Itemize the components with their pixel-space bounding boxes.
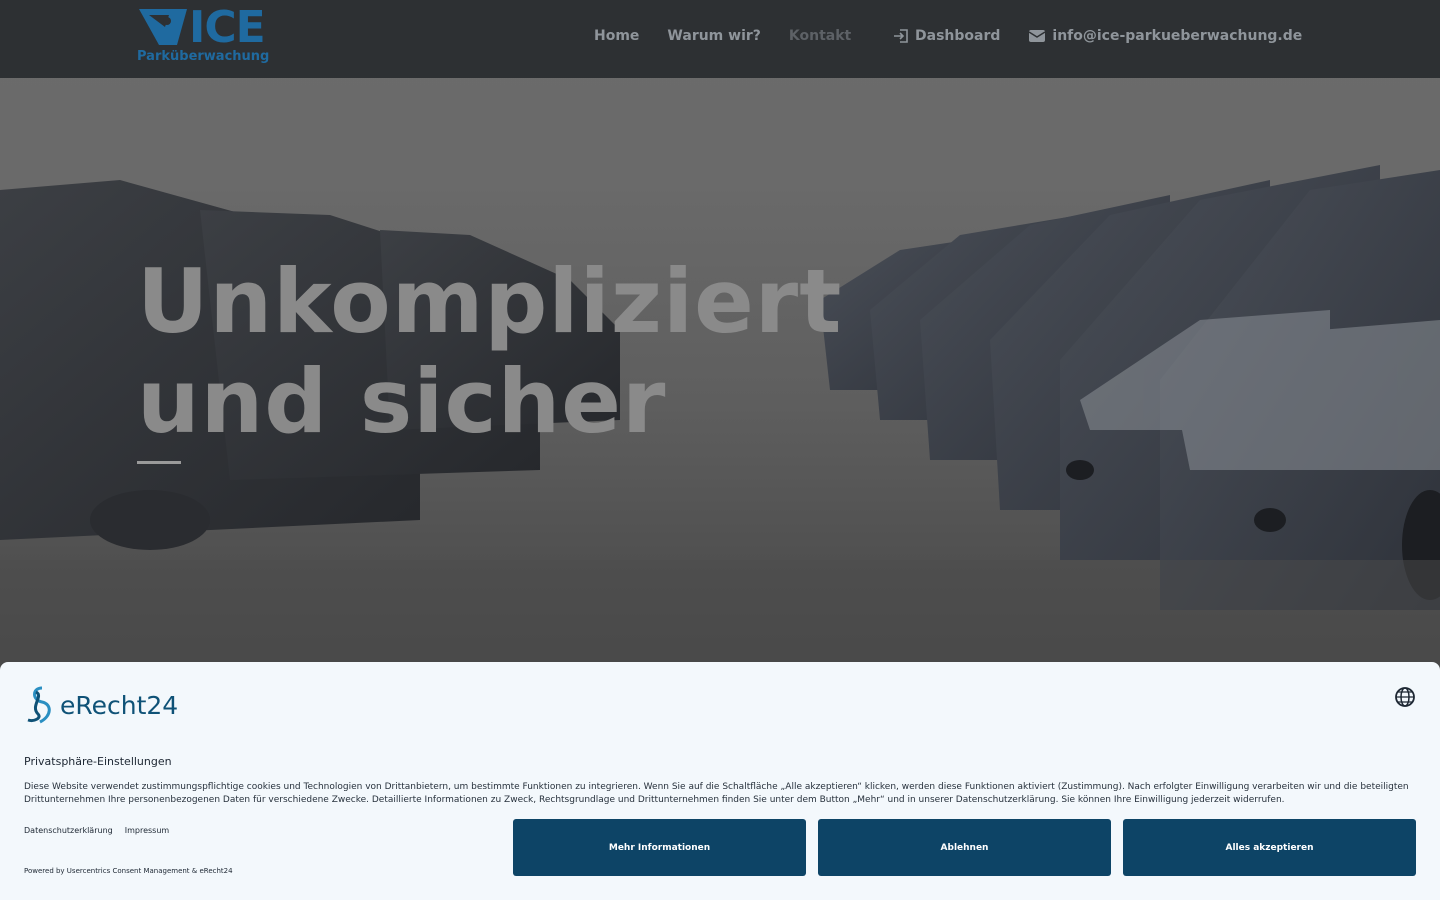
email-label: info@ice-parkueberwachung.de: [1052, 28, 1303, 44]
erecht24-logo-icon: [27, 686, 51, 724]
cookie-consent-banner: eRecht24 Privatsphäre-Einstellungen Dies…: [0, 662, 1440, 900]
hero-headline-line2: und sicher: [137, 350, 667, 453]
consent-brand-name: eRecht24: [60, 690, 179, 720]
privacy-policy-link[interactable]: Datenschutzerklärung: [24, 826, 113, 835]
nav-home[interactable]: Home: [594, 28, 639, 44]
consent-brand: eRecht24: [24, 686, 178, 724]
hero-headline-line1: Unkompliziert: [137, 250, 843, 353]
site-logo[interactable]: ICE Parküberwachung: [137, 2, 277, 69]
accept-all-button[interactable]: Alles akzeptieren: [1123, 819, 1416, 876]
dashboard-label: Dashboard: [915, 28, 1001, 44]
logo-title: ICE: [189, 2, 266, 53]
language-globe-icon[interactable]: [1394, 686, 1416, 708]
envelope-icon: [1029, 30, 1046, 42]
consent-title: Privatsphäre-Einstellungen: [24, 755, 172, 768]
consent-description: Diese Website verwendet zustimmungspflic…: [24, 782, 1409, 805]
deny-button[interactable]: Ablehnen: [818, 819, 1111, 876]
consent-links: Datenschutzerklärung Impressum: [24, 826, 181, 835]
login-icon: [894, 29, 908, 43]
powered-by: Powered by Usercentrics Consent Manageme…: [24, 867, 233, 875]
logo-subtitle: Parküberwachung: [137, 49, 270, 64]
hero-headline: Unkompliziert und sicher: [137, 252, 842, 452]
site-header: ICE Parküberwachung Home Warum wir? Kont…: [0, 0, 1440, 78]
email-link[interactable]: info@ice-parkueberwachung.de: [1028, 28, 1302, 44]
header-actions: Dashboard info@ice-parkueberwachung.de: [893, 28, 1330, 44]
main-nav: Home Warum wir? Kontakt: [594, 28, 879, 44]
imprint-link[interactable]: Impressum: [125, 826, 169, 835]
logo-mark-icon: [139, 9, 187, 45]
dashboard-link[interactable]: Dashboard: [893, 28, 1000, 44]
nav-warum-wir[interactable]: Warum wir?: [667, 28, 760, 44]
headline-divider: [137, 461, 181, 464]
nav-kontakt[interactable]: Kontakt: [789, 28, 851, 44]
more-info-button[interactable]: Mehr Informationen: [513, 819, 806, 876]
